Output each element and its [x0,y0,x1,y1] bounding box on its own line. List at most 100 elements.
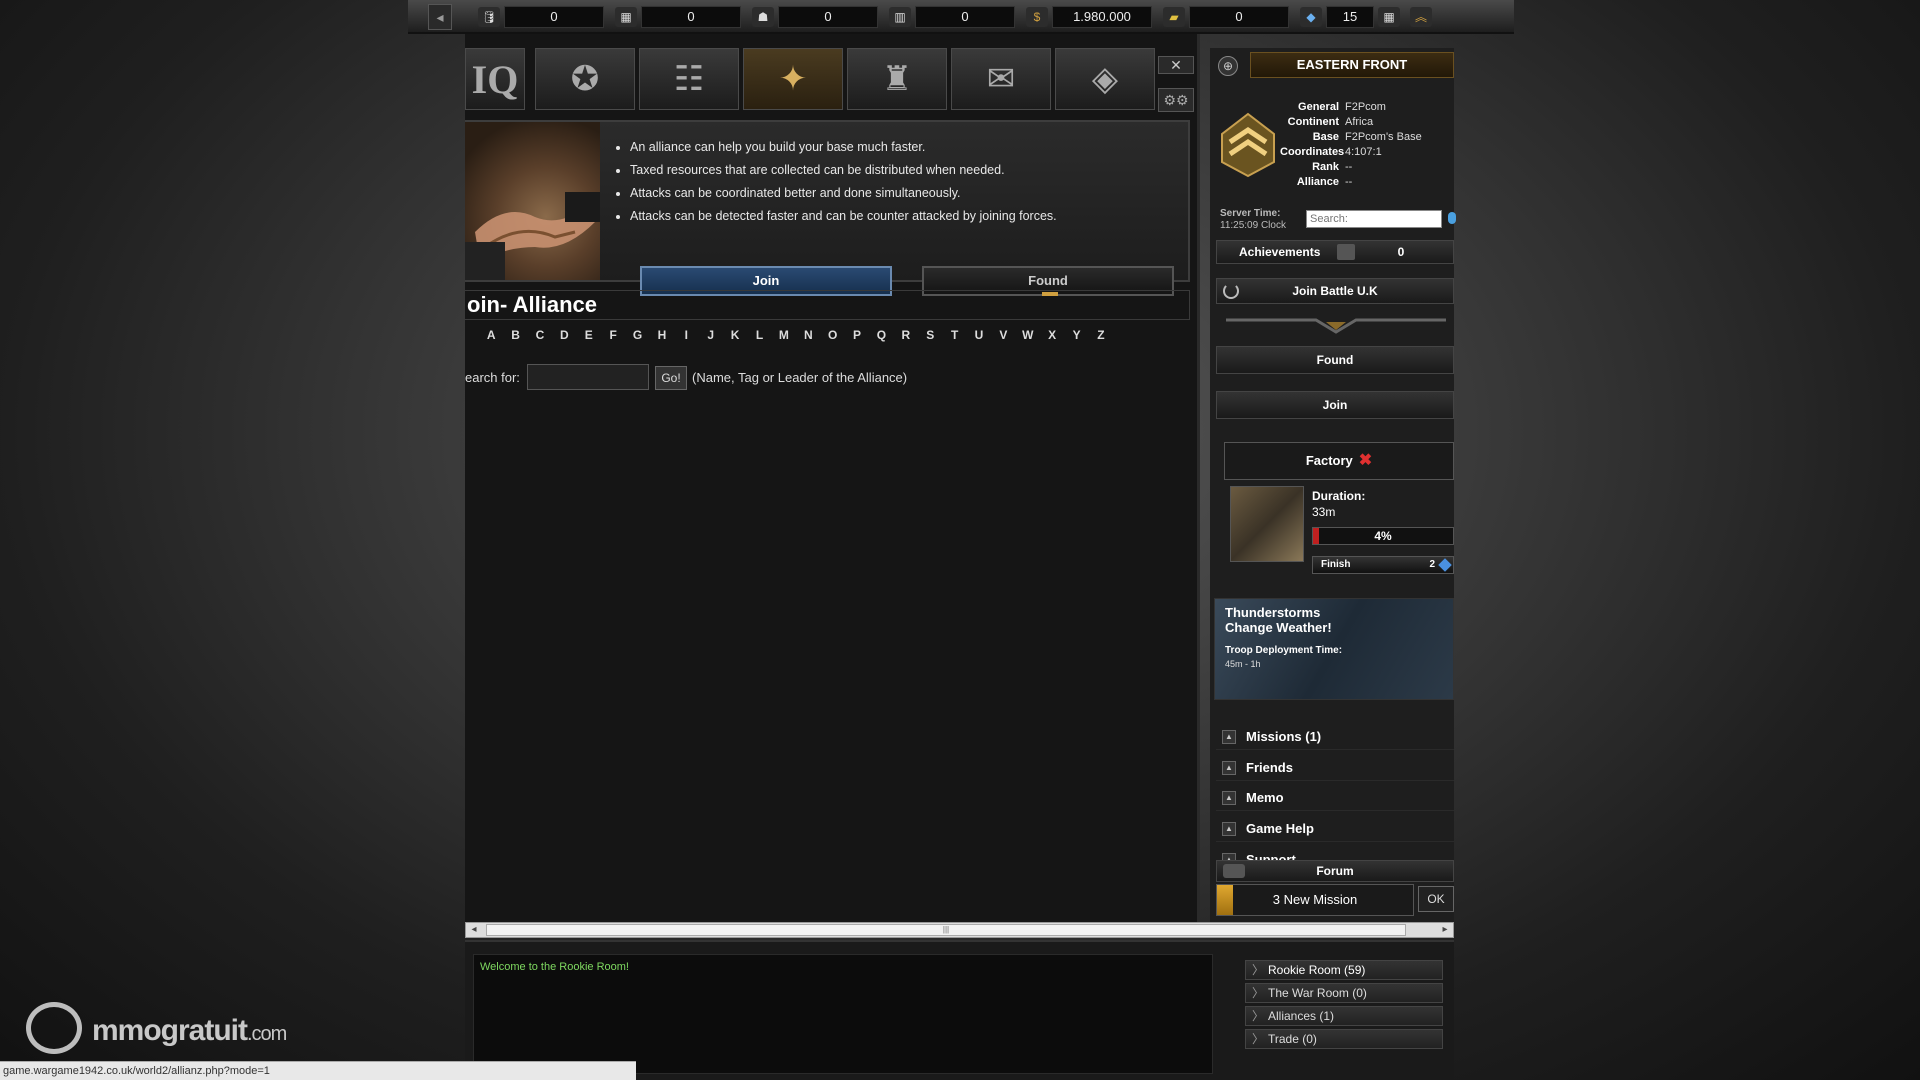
chat-room-label: The War Room (0) [1268,986,1367,1000]
alphabet-letter[interactable]: T [942,328,966,348]
alphabet-letter[interactable]: L [747,328,771,348]
new-mission-notice[interactable]: 3 New Mission [1216,884,1414,916]
chevron-right-icon: 〉 [1252,963,1265,977]
chat-room-war[interactable]: 〉 The War Room (0) [1245,983,1443,1003]
expand-icon: ▲ [1222,822,1236,836]
chat-room-rookie[interactable]: 〉 Rookie Room (59) [1245,960,1443,980]
chat-room-trade[interactable]: 〉 Trade (0) [1245,1029,1443,1049]
scroll-left-icon[interactable]: ◂ [466,923,482,937]
sidebar-search-input[interactable] [1306,210,1442,228]
alliance-benefits-list: An alliance can help you build your base… [630,136,1170,228]
chat-panel: Welcome to the Rookie Room! 〉 Rookie Room… [465,940,1454,1080]
chevron-right-icon: 〉 [1252,1009,1265,1023]
nav-star-button[interactable]: ✪ [535,48,635,110]
sidebar-item-label: Memo [1246,790,1284,805]
alphabet-letter[interactable]: C [528,328,552,348]
sidebar-item-memo[interactable]: ▲ Memo [1216,785,1454,811]
sidebar-found-button[interactable]: Found [1216,346,1454,374]
profile-row: General F2Pcom [1280,100,1450,115]
nav-premium-button[interactable]: ◈ [1055,48,1155,110]
sidebar-join-button[interactable]: Join [1216,391,1454,419]
finish-now-button[interactable]: Finish 2 [1312,556,1454,574]
alliance-search-input[interactable] [527,364,649,390]
buildings-icon: ♜ [881,60,913,98]
alphabet-letter[interactable]: A [479,328,503,348]
alphabet-letter[interactable]: Z [1089,328,1113,348]
expand-icon: ▲ [1222,730,1236,744]
scroll-thumb[interactable]: ||| [486,924,1406,936]
nav-hq-button[interactable]: IQ [465,48,525,110]
factory-duration: Duration: 33m [1312,488,1365,520]
chat-room-alliances[interactable]: 〉 Alliances (1) [1245,1006,1443,1026]
alphabet-letter[interactable]: P [845,328,869,348]
go-button[interactable]: Go! [655,366,687,390]
factory-image [1230,486,1304,562]
weather-banner[interactable]: Thunderstorms Change Weather! Troop Depl… [1214,598,1454,700]
benefit-item: An alliance can help you build your base… [630,136,1170,159]
profile-row: Alliance -- [1280,175,1450,190]
server-time: Server Time: 11:25:09 Clock [1220,208,1286,232]
factory-progress-bar: 4% [1312,527,1454,545]
alphabet-letter[interactable]: U [967,328,991,348]
chevron-right-icon: 〉 [1252,1032,1265,1046]
sidebar-item-friends[interactable]: ▲ Friends [1216,755,1454,781]
server-time-value: 11:25:09 Clock [1220,220,1286,231]
alphabet-letter[interactable]: J [699,328,723,348]
sidebar-item-game-help[interactable]: ▲ Game Help [1216,816,1454,842]
front-icon[interactable]: ⊕ [1218,56,1238,76]
search-label: earch for: [465,370,520,385]
alphabet-letter[interactable]: Y [1064,328,1088,348]
sidebar-item-missions[interactable]: ▲ Missions (1) [1216,724,1454,750]
alphabet-letter[interactable]: I [674,328,698,348]
profile-row: Rank -- [1280,160,1450,175]
alphabet-letter[interactable]: B [503,328,527,348]
alphabet-letter[interactable]: E [577,328,601,348]
nav-map-button[interactable]: ☷ [639,48,739,110]
ok-button[interactable]: OK [1418,886,1454,912]
horizontal-scrollbar[interactable]: ◂ ||| ▸ [465,922,1454,938]
front-title: EASTERN FRONT [1250,52,1454,78]
alphabet-letter[interactable]: W [1016,328,1040,348]
profile-value: F2Pcom's Base [1345,131,1422,143]
alphabet-letter[interactable]: Q [869,328,893,348]
alphabet-letter[interactable]: H [650,328,674,348]
alphabet-letter[interactable]: K [723,328,747,348]
main-panel: IQ ✪ ☷ ✦ ♜ ✉ ◈ ✕ ⚙⚙ An alliance can help… [465,34,1200,924]
expand-icon: ▲ [1222,761,1236,775]
expand-icon: ▲ [1222,791,1236,805]
nav-alliance-button[interactable]: ✦ [743,48,843,110]
settings-button[interactable]: ⚙⚙ [1158,88,1194,112]
nav-buildings-button[interactable]: ♜ [847,48,947,110]
factory-queue-header: Factory ✖ [1224,442,1454,480]
alphabet-letter[interactable]: G [625,328,649,348]
diamond-wings-icon: ◈ [1091,60,1119,98]
achievements-button[interactable]: Achievements 0 [1216,240,1454,264]
join-battle-button[interactable]: Join Battle U.K [1216,278,1454,304]
factory-label: Factory [1305,453,1353,468]
alphabet-letter[interactable]: R [894,328,918,348]
alphabet-letter[interactable]: V [991,328,1015,348]
alphabet-letter[interactable]: O [820,328,844,348]
scroll-right-icon[interactable]: ▸ [1437,923,1453,937]
back-arrow-icon[interactable]: ◂ [428,4,452,30]
alphabet-letter[interactable]: N [796,328,820,348]
alphabet-letter[interactable]: S [918,328,942,348]
diamond-icon [1438,558,1452,572]
alphabet-letter[interactable]: X [1040,328,1064,348]
logo-suffix: .com [247,1023,287,1045]
alphabet-letter[interactable]: D [552,328,576,348]
nav-hq-label: IQ [471,56,519,102]
search-toggle-icon[interactable] [1448,212,1456,224]
forum-button[interactable]: Forum [1216,860,1454,882]
achievements-label: Achievements [1239,245,1321,259]
close-button[interactable]: ✕ [1158,56,1194,74]
handshake-image [465,122,600,280]
cancel-icon[interactable]: ✖ [1359,452,1372,469]
profile-key: Alliance [1296,176,1339,188]
finish-cost: 2 [1429,559,1435,570]
profile-value: F2Pcom [1345,101,1386,113]
alphabet-letter[interactable]: M [772,328,796,348]
nav-messages-button[interactable]: ✉ [951,48,1051,110]
close-icon: ✕ [1170,57,1182,73]
alphabet-letter[interactable]: F [601,328,625,348]
